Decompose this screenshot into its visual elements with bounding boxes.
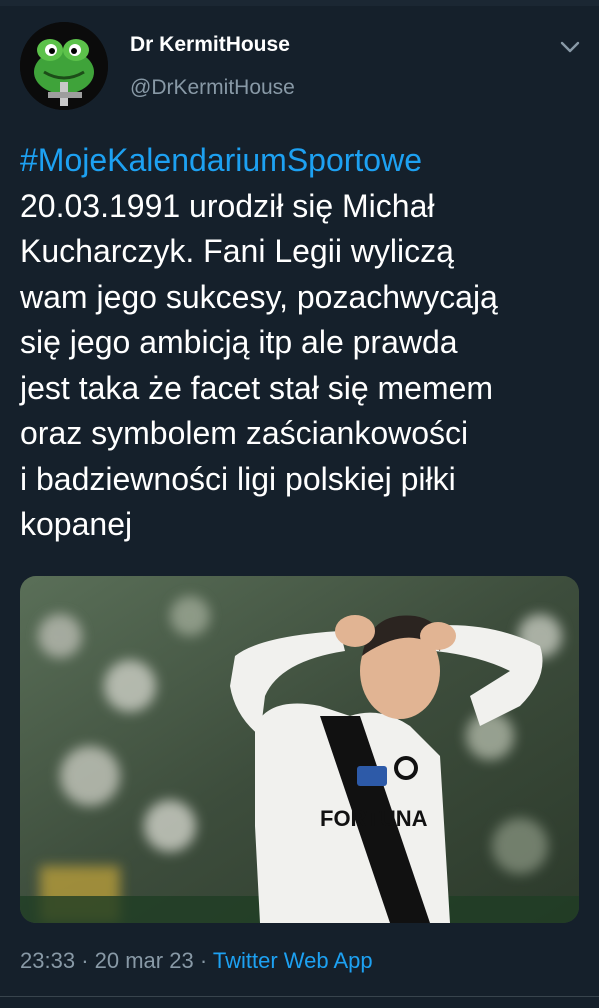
tweet: Dr KermitHouse @DrKermitHouse #MojeKalen… (0, 0, 599, 1008)
top-divider (0, 0, 599, 6)
tweet-meta: 23:33 · 20 mar 23 · Twitter Web App (20, 948, 373, 974)
tweet-photo[interactable]: FORTUNA (20, 576, 579, 923)
tweet-text-line: się jego ambicją itp ale prawda (20, 324, 458, 360)
meta-separator: · (81, 948, 89, 973)
tweet-text-line: i badziewności ligi polskiej piłki (20, 460, 456, 497)
kermit-avatar-icon (20, 22, 108, 110)
tweet-text-line: 20.03.1991 urodził się Michał (20, 187, 435, 224)
author-display-name[interactable]: Dr KermitHouse (130, 33, 290, 57)
avatar[interactable] (20, 22, 108, 110)
author-handle[interactable]: @DrKermitHouse (130, 76, 295, 100)
meta-separator: · (199, 948, 208, 973)
tweet-source-link[interactable]: Twitter Web App (213, 948, 373, 973)
tweet-text-line: kopanej (20, 506, 133, 542)
chevron-down-icon[interactable] (559, 36, 581, 58)
tweet-text: #MojeKalendariumSportowe 20.03.1991 urod… (20, 138, 585, 548)
tweet-text-line: Kucharczyk. Fani Legii wyliczą (20, 233, 454, 269)
tweet-text-line: oraz symbolem zaściankowości (20, 415, 469, 451)
bottom-divider (0, 996, 599, 997)
hashtag-link[interactable]: #MojeKalendariumSportowe (20, 138, 585, 184)
tweet-text-line: jest taka że facet stał się memem (20, 369, 494, 406)
footballer-photo: FORTUNA (20, 576, 579, 923)
tweet-text-line: wam jego sukcesy, pozachwycają (20, 278, 498, 315)
shirt-sponsor-text: FORTUNA (320, 806, 428, 831)
tweet-date[interactable]: 20 mar 23 (95, 948, 194, 973)
tweet-time[interactable]: 23:33 (20, 948, 75, 973)
